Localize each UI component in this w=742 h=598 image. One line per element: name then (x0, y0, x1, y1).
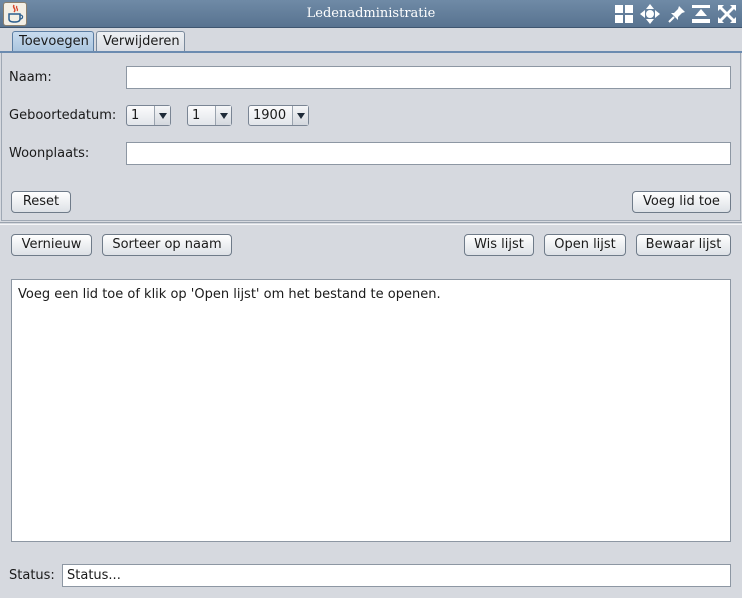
status-label: Status: (9, 568, 55, 583)
save-list-button[interactable]: Bewaar lijst (636, 234, 731, 256)
section-divider (0, 222, 742, 225)
refresh-button[interactable]: Vernieuw (11, 234, 92, 256)
clear-list-button[interactable]: Wis lijst (464, 234, 534, 256)
tab-label: Verwijderen (103, 34, 180, 49)
year-value: 1900 (253, 108, 287, 123)
member-list-textarea[interactable]: Voeg een lid toe of klik op 'Open lijst'… (11, 279, 731, 542)
move-icon[interactable] (640, 4, 660, 24)
open-list-button[interactable]: Open lijst (544, 234, 626, 256)
reset-button[interactable]: Reset (11, 191, 71, 213)
year-select[interactable]: 1900 (248, 105, 309, 126)
pin-icon[interactable] (667, 4, 687, 24)
city-field[interactable] (126, 142, 731, 165)
add-member-button[interactable]: Voeg lid toe (632, 191, 731, 213)
tab-label: Toevoegen (19, 34, 89, 49)
tab-verwijderen[interactable]: Verwijderen (96, 31, 185, 52)
minimize-icon[interactable] (691, 4, 711, 24)
close-icon[interactable] (717, 4, 737, 24)
tab-toevoegen[interactable]: Toevoegen (12, 31, 94, 52)
birthdate-label: Geboortedatum: (9, 108, 117, 123)
name-field[interactable] (126, 66, 731, 89)
day-select[interactable]: 1 (126, 105, 171, 126)
day-value: 1 (131, 108, 140, 123)
status-field: Status... (62, 564, 731, 587)
sort-by-name-button[interactable]: Sorteer op naam (102, 234, 232, 256)
name-label: Naam: (9, 70, 52, 85)
chevron-down-icon[interactable] (292, 106, 308, 125)
month-value: 1 (192, 108, 201, 123)
chevron-down-icon[interactable] (215, 106, 231, 125)
city-label: Woonplaats: (9, 146, 90, 161)
title-bar[interactable]: Ledenadministratie (0, 0, 742, 28)
output-text: Voeg een lid toe of klik op 'Open lijst'… (18, 287, 441, 302)
tile-icon[interactable] (614, 4, 634, 24)
chevron-down-icon[interactable] (154, 106, 170, 125)
month-select[interactable]: 1 (187, 105, 232, 126)
